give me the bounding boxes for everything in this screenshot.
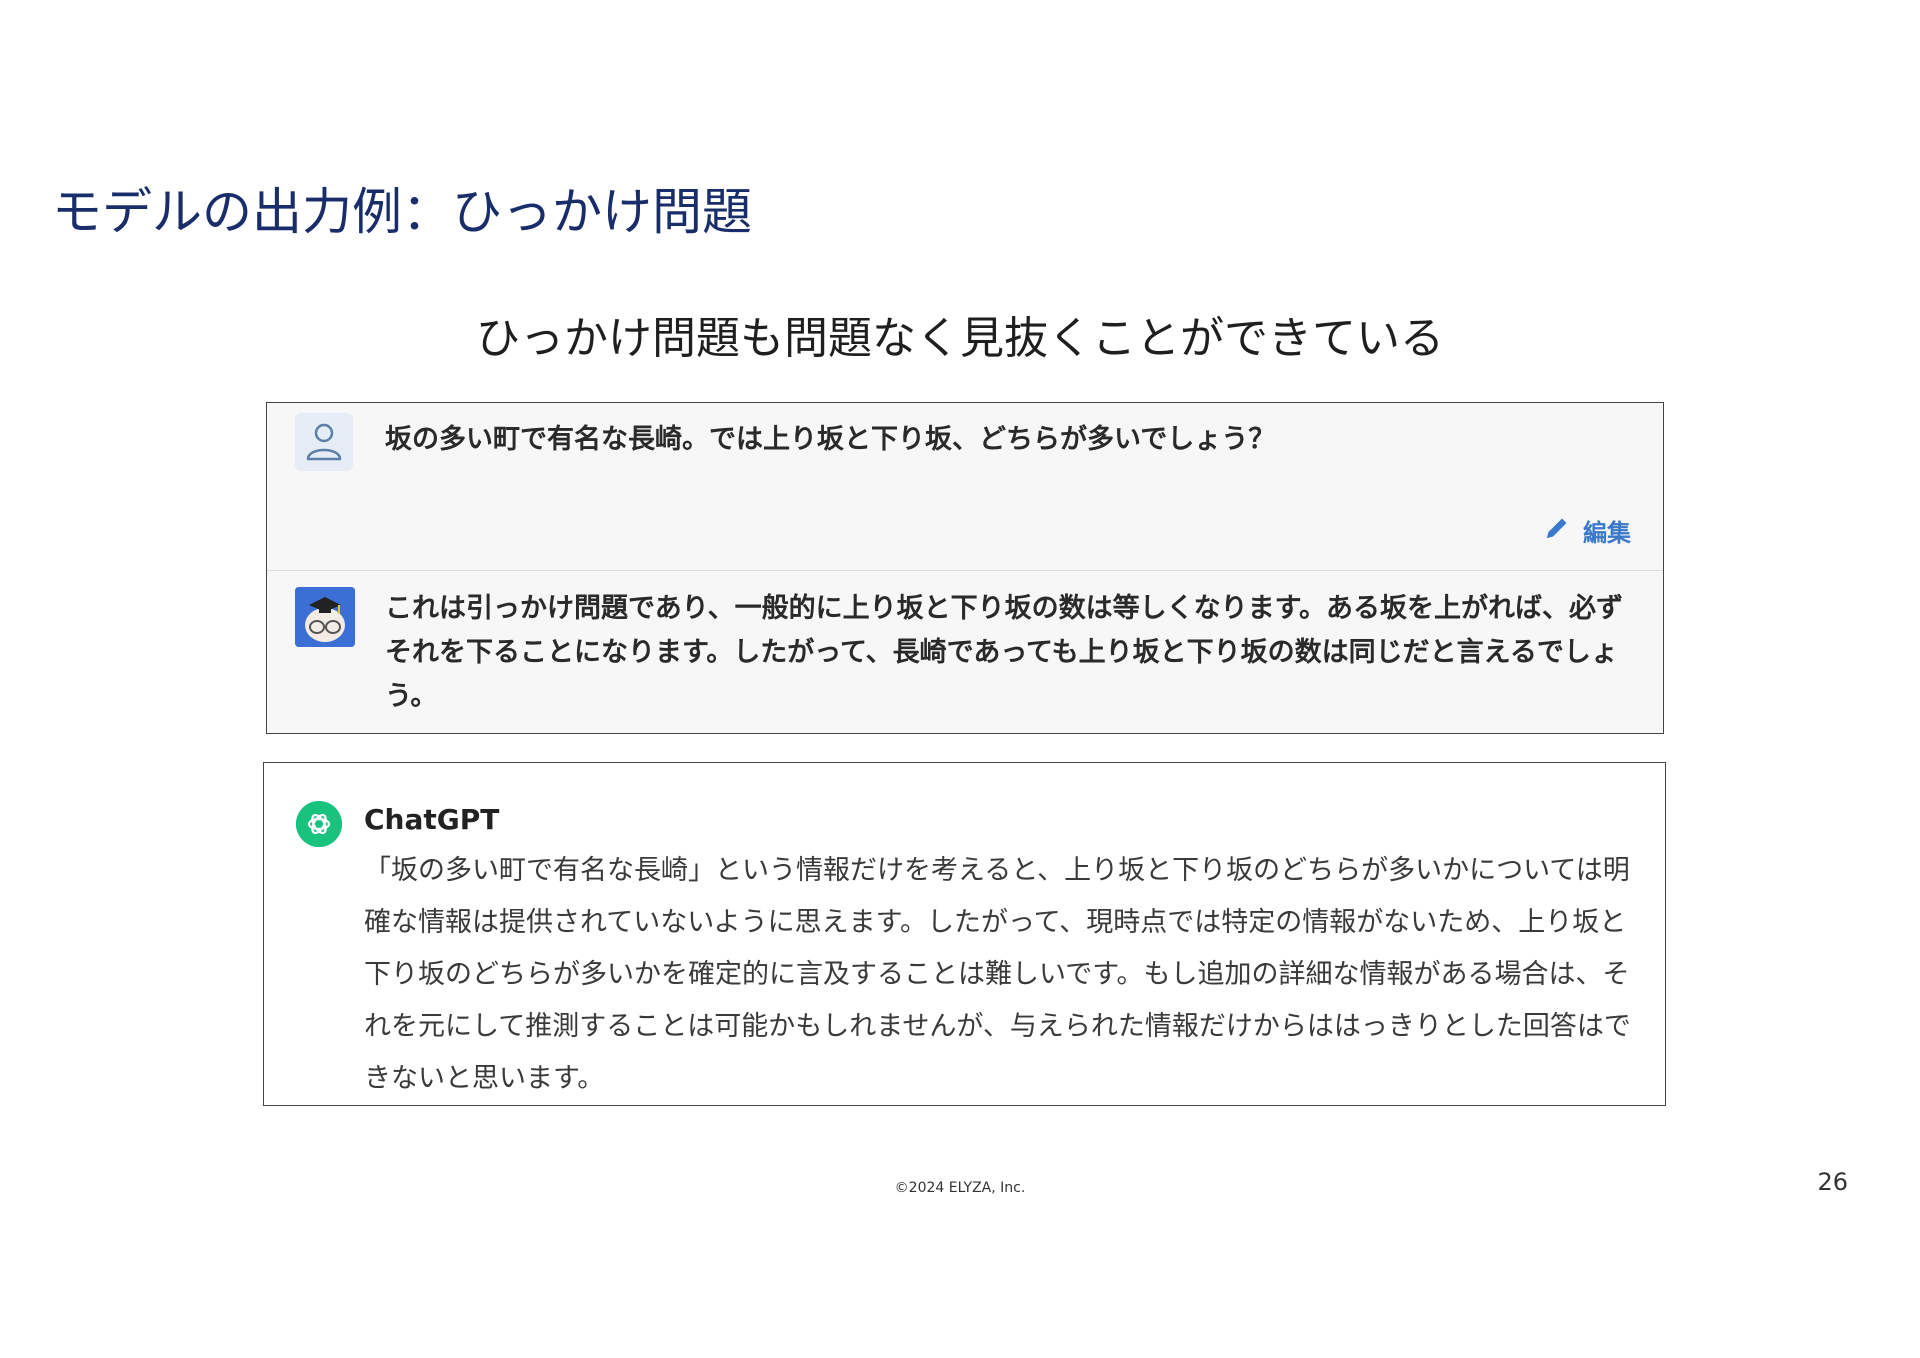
edit-button[interactable]: 編集 xyxy=(1543,513,1631,548)
openai-logo-icon xyxy=(296,801,342,847)
graduate-mascot-icon xyxy=(295,587,355,647)
page-number: 26 xyxy=(1817,1168,1848,1196)
edit-label: 編集 xyxy=(1583,519,1631,547)
user-avatar-icon xyxy=(295,413,353,471)
bot-message: これは引っかけ問題であり、一般的に上り坂と下り坂の数は等しくなります。ある坂を上… xyxy=(385,593,1623,712)
chatgpt-message: 「坂の多い町で有名な長崎」という情報だけを考えると、上り坂と下り坂のどちらが多い… xyxy=(364,855,1631,1094)
slide-title: モデルの出力例：ひっかけ問題 xyxy=(52,183,752,241)
user-message-row: 坂の多い町で有名な長崎。では上り坂と下り坂、どちらが多いでしょう？ 編集 xyxy=(267,403,1663,571)
bot-message-row: これは引っかけ問題であり、一般的に上り坂と下り坂の数は等しくなります。ある坂を上… xyxy=(267,571,1663,733)
chatgpt-panel: ChatGPT 「坂の多い町で有名な長崎」という情報だけを考えると、上り坂と下り… xyxy=(263,762,1666,1106)
elyza-chat-panel: 坂の多い町で有名な長崎。では上り坂と下り坂、どちらが多いでしょう？ 編集 これは… xyxy=(266,402,1664,734)
user-message: 坂の多い町で有名な長崎。では上り坂と下り坂、どちらが多いでしょう？ xyxy=(385,424,1276,455)
copyright: ©2024 ELYZA, Inc. xyxy=(894,1180,1026,1196)
chatgpt-name: ChatGPT xyxy=(364,803,500,836)
pencil-icon xyxy=(1543,514,1571,548)
slide-subtitle: ひっかけ問題も問題なく見抜くことができている xyxy=(476,313,1444,364)
